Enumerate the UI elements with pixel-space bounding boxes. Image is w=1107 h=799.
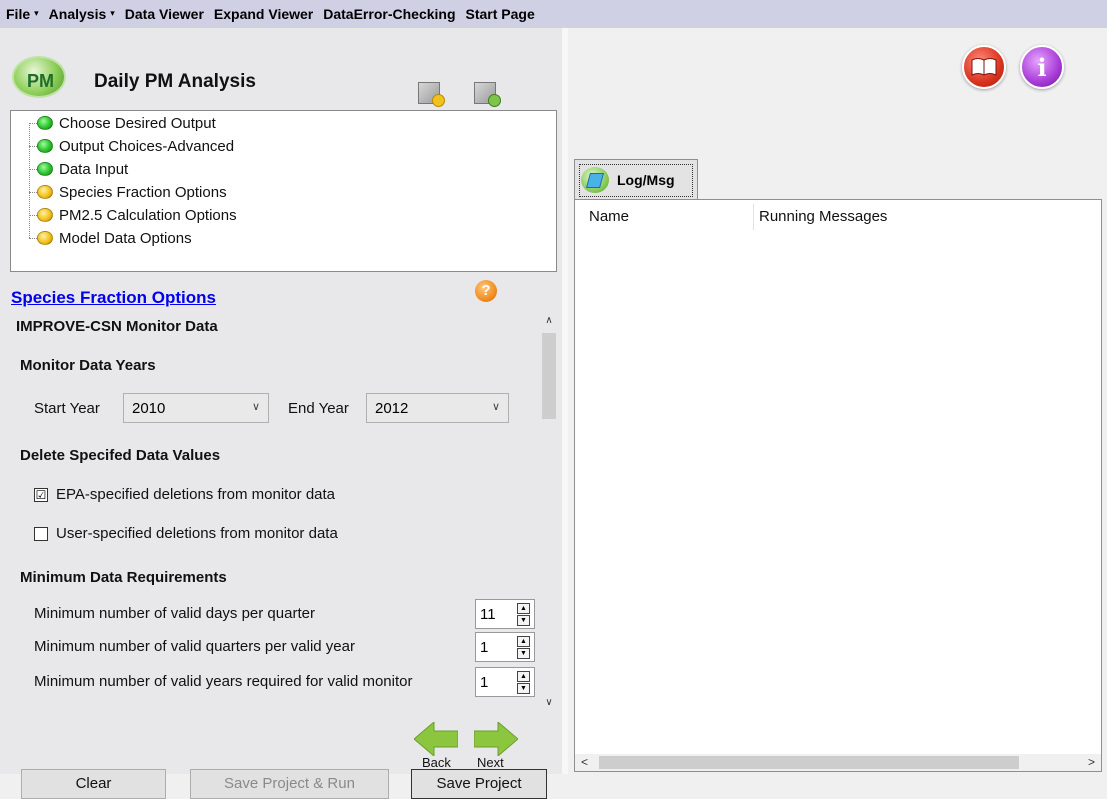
scroll-thumb[interactable]: [542, 333, 556, 419]
tree-connector: [29, 123, 30, 238]
min-years-label: Minimum number of valid years required f…: [34, 673, 413, 690]
yellow-status-icon: [37, 231, 53, 245]
workflow-tree: Choose Desired Output Output Choices-Adv…: [10, 110, 557, 272]
menu-data-viewer[interactable]: Data Viewer: [125, 6, 204, 22]
column-header-running-messages[interactable]: Running Messages: [759, 208, 887, 225]
tree-item-output-choices-advanced[interactable]: Output Choices-Advanced: [37, 135, 234, 157]
start-year-select[interactable]: 2010 ∨: [123, 393, 269, 423]
scroll-left-icon[interactable]: <: [581, 754, 588, 771]
menu-file[interactable]: File ▾: [6, 6, 39, 22]
stepper-down-icon[interactable]: ▼: [517, 615, 530, 626]
green-status-icon: [37, 116, 53, 130]
settings-document-icon[interactable]: [474, 82, 501, 107]
right-pane: i Log/Msg Name Running Messages < >: [568, 28, 1107, 774]
chevron-down-icon: ∨: [251, 401, 260, 413]
epa-deletions-checkbox[interactable]: ☑: [34, 488, 48, 502]
min-years-stepper[interactable]: 1 ▲ ▼: [475, 667, 535, 697]
start-year-label: Start Year: [34, 400, 100, 417]
user-deletions-checkbox[interactable]: [34, 527, 48, 541]
menu-start-page[interactable]: Start Page: [466, 6, 535, 22]
next-label: Next: [477, 755, 504, 770]
scroll-down-icon[interactable]: ∨: [541, 697, 557, 713]
column-header-name[interactable]: Name: [589, 208, 629, 225]
add-document-icon[interactable]: [418, 82, 445, 107]
tree-item-pm25-calculation-options[interactable]: PM2.5 Calculation Options: [37, 204, 237, 226]
user-deletions-label: User-specified deletions from monitor da…: [56, 525, 338, 542]
yellow-status-icon: [37, 185, 53, 199]
green-status-icon: [37, 139, 53, 153]
chevron-down-icon: ▾: [34, 7, 39, 18]
pm-logo-icon: PM: [12, 56, 66, 98]
app-header: PM Daily PM Analysis: [12, 50, 552, 107]
options-scroll-panel: IMPROVE-CSN Monitor Data Monitor Data Ye…: [10, 313, 557, 715]
yellow-status-icon: [37, 208, 53, 222]
tree-item-species-fraction-options[interactable]: Species Fraction Options: [37, 181, 227, 203]
min-days-stepper[interactable]: 11 ▲ ▼: [475, 599, 535, 629]
tab-log-msg[interactable]: Log/Msg: [574, 159, 698, 199]
log-panel: Name Running Messages < >: [574, 199, 1102, 772]
stepper-up-icon[interactable]: ▲: [517, 636, 530, 647]
help-icon[interactable]: ?: [475, 280, 497, 302]
next-arrow-icon[interactable]: [474, 722, 518, 756]
left-pane: PM Daily PM Analysis Choose Desired Outp…: [0, 28, 562, 799]
scroll-right-icon[interactable]: >: [1088, 754, 1095, 771]
back-arrow-icon[interactable]: [414, 722, 458, 756]
min-requirements-heading: Minimum Data Requirements: [20, 569, 227, 586]
green-status-icon: [37, 162, 53, 176]
tree-item-data-input[interactable]: Data Input: [37, 158, 128, 180]
info-icon[interactable]: i: [1020, 45, 1064, 89]
horizontal-scrollbar[interactable]: < >: [575, 754, 1101, 771]
stepper-down-icon[interactable]: ▼: [517, 683, 530, 694]
log-tab-icon: [581, 166, 609, 193]
menu-data-error-checking[interactable]: DataError-Checking: [323, 6, 455, 22]
panel-heading: IMPROVE-CSN Monitor Data: [16, 318, 218, 335]
end-year-label: End Year: [288, 400, 349, 417]
menu-expand-viewer[interactable]: Expand Viewer: [214, 6, 313, 22]
tree-item-model-data-options[interactable]: Model Data Options: [37, 227, 192, 249]
section-title-link[interactable]: Species Fraction Options: [11, 288, 216, 308]
epa-deletions-label: EPA-specified deletions from monitor dat…: [56, 486, 336, 503]
scroll-thumb[interactable]: [599, 756, 1019, 769]
book-icon[interactable]: [962, 45, 1006, 89]
scroll-up-icon[interactable]: ∧: [541, 315, 557, 331]
min-days-label: Minimum number of valid days per quarter: [34, 605, 315, 622]
monitor-years-heading: Monitor Data Years: [20, 357, 156, 374]
page-title: Daily PM Analysis: [94, 71, 256, 92]
min-quarters-label: Minimum number of valid quarters per val…: [34, 638, 355, 655]
chevron-down-icon: ▾: [110, 7, 115, 18]
min-quarters-stepper[interactable]: 1 ▲ ▼: [475, 632, 535, 662]
chevron-down-icon: ∨: [491, 401, 500, 413]
delete-values-heading: Delete Specifed Data Values: [20, 447, 221, 464]
tree-item-choose-desired-output[interactable]: Choose Desired Output: [37, 112, 216, 134]
stepper-down-icon[interactable]: ▼: [517, 648, 530, 659]
stepper-up-icon[interactable]: ▲: [517, 603, 530, 614]
menu-bar: File ▾ Analysis ▾ Data Viewer Expand Viewe…: [0, 0, 1107, 28]
vertical-scrollbar[interactable]: ∧ ∨: [541, 313, 557, 715]
end-year-select[interactable]: 2012 ∨: [366, 393, 509, 423]
stepper-up-icon[interactable]: ▲: [517, 671, 530, 682]
back-label: Back: [422, 755, 451, 770]
menu-analysis[interactable]: Analysis ▾: [49, 6, 115, 22]
